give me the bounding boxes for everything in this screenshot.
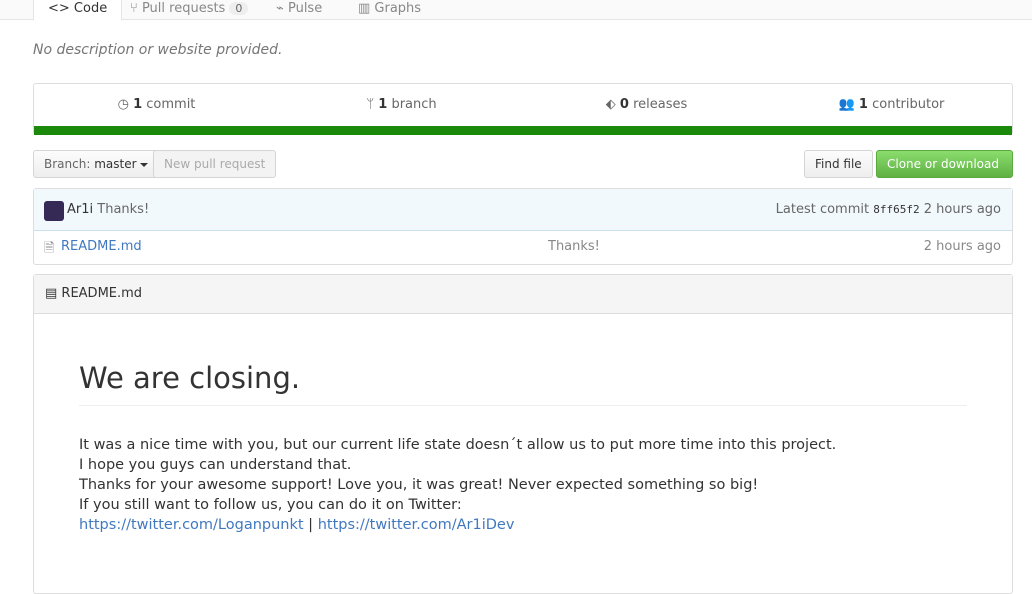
pull-request-icon: ⑂ (130, 1, 142, 16)
language-bar (34, 126, 1012, 135)
tab-graphs[interactable]: ▥ Graphs (344, 0, 435, 20)
repo-nav: <> Code ⑂ Pull requests 0 ⌁ Pulse ▥ Graph… (0, 0, 1032, 21)
file-table: Ar1i Thanks! Latest commit 8ff65f2 2 hou… (33, 188, 1013, 265)
releases-link[interactable]: ⬖ 0 releases (524, 84, 769, 126)
pulse-icon: ⌁ (276, 1, 288, 16)
tab-pull-requests[interactable]: ⑂ Pull requests 0 (116, 0, 262, 20)
book-icon: ▤ (45, 286, 62, 301)
pr-count: 0 (229, 2, 249, 15)
repo-description: No description or website provided. (33, 42, 283, 58)
branches-link[interactable]: ᛘ 1 branch (279, 84, 524, 126)
file-name[interactable]: README.md (61, 239, 142, 254)
twitter-link-ar1idev[interactable]: https://twitter.com/Ar1iDev (318, 517, 515, 533)
readme-panel: ▤ README.md We are closing. It was a nic… (33, 274, 1013, 594)
commits-link[interactable]: ◷ 1 commit (34, 84, 279, 126)
readme-header: ▤ README.md (34, 275, 1012, 314)
latest-commit: Ar1i Thanks! Latest commit 8ff65f2 2 hou… (34, 189, 1012, 231)
people-icon: 👥 (838, 97, 859, 112)
find-file-button[interactable]: Find file (804, 150, 873, 178)
clone-download-button[interactable]: Clone or download (876, 150, 1013, 193)
file-row: 🗎 README.md Thanks! 2 hours ago (34, 231, 1012, 264)
code-icon: <> (48, 1, 74, 16)
commit-message[interactable]: Thanks! (97, 202, 149, 217)
commit-author[interactable]: Ar1i (67, 202, 93, 217)
readme-heading: We are closing. (79, 361, 967, 406)
repo-summary: ◷ 1 commit ᛘ 1 branch ⬖ 0 releases 👥 1 c… (33, 83, 1013, 135)
contributors-link[interactable]: 👥 1 contributor (769, 84, 1014, 126)
twitter-link-loganpunkt[interactable]: https://twitter.com/Loganpunkt (79, 517, 304, 533)
tag-icon: ⬖ (605, 97, 620, 112)
commit-sha[interactable]: 8ff65f2 (873, 203, 919, 216)
branch-select[interactable]: Branch: master (33, 150, 159, 178)
tab-code[interactable]: <> Code (33, 0, 123, 21)
caret-down-icon (139, 162, 148, 167)
file-commit-message[interactable]: Thanks! (548, 239, 600, 254)
history-icon: ◷ (117, 97, 134, 112)
file-icon: 🗎 (44, 241, 55, 256)
graph-icon: ▥ (358, 1, 375, 16)
file-age: 2 hours ago (923, 239, 1001, 254)
new-pull-request-button[interactable]: New pull request (153, 150, 277, 178)
avatar[interactable] (44, 201, 64, 221)
tab-pulse[interactable]: ⌁ Pulse (262, 0, 336, 20)
branch-icon: ᛘ (366, 97, 379, 112)
readme-body: It was a nice time with you, but our cur… (79, 437, 837, 533)
